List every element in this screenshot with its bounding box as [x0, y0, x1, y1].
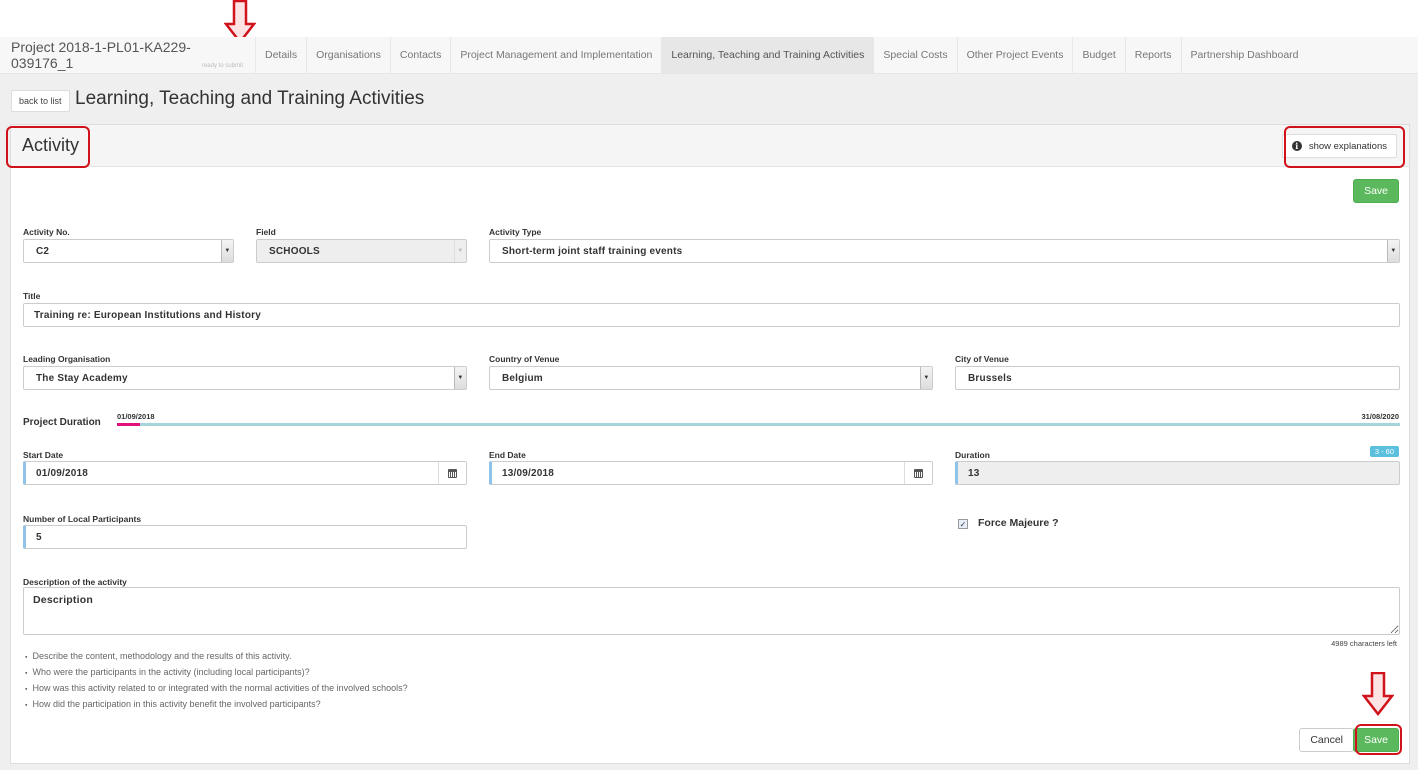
activity-panel: Activity i show explanations Save Activi… [10, 124, 1410, 764]
cancel-button[interactable]: Cancel [1299, 728, 1354, 752]
city-of-venue-input[interactable]: Brussels [955, 366, 1400, 390]
project-status: ready to submit [201, 63, 243, 69]
activity-duration-fill [117, 423, 141, 426]
activity-no-label: Activity No. [23, 227, 70, 237]
calendar-icon [914, 468, 923, 478]
field-select[interactable]: SCHOOLS ▼ [256, 239, 467, 263]
leading-organisation-select[interactable]: The Stay Academy ▼ [23, 366, 467, 390]
characters-left: 4989 characters left [1331, 639, 1397, 648]
chevron-down-icon: ▼ [454, 240, 466, 262]
hint-item: Who were the participants in the activit… [25, 665, 408, 681]
hint-item: How was this activity related to or inte… [25, 681, 407, 697]
activity-no-select[interactable]: C2 ▼ [23, 239, 234, 263]
country-of-venue-label: Country of Venue [489, 354, 560, 364]
duration-label: Duration [955, 450, 990, 460]
tab-details[interactable]: Details [256, 37, 308, 73]
hint-item: Describe the content, methodology and th… [25, 649, 408, 665]
save-button-top[interactable]: Save [1353, 179, 1399, 203]
leading-organisation-label: Leading Organisation [23, 354, 111, 364]
page-title: Learning, Teaching and Training Activiti… [75, 88, 425, 109]
country-of-venue-value: Belgium [502, 372, 543, 384]
tab-special-costs[interactable]: Special Costs [874, 37, 958, 73]
top-strip [0, 0, 1418, 37]
tab-contacts[interactable]: Contacts [391, 37, 452, 73]
tab-learning-teaching-training[interactable]: Learning, Teaching and Training Activiti… [662, 37, 875, 73]
description-label: Description of the activity [23, 577, 127, 587]
chevron-down-icon[interactable]: ▼ [1387, 240, 1399, 262]
title-input[interactable]: Training re: European Institutions and H… [23, 303, 1400, 327]
city-of-venue-label: City of Venue [955, 354, 1009, 364]
activity-no-value: C2 [36, 245, 50, 257]
duration-range-badge: 3 - 60 [1369, 446, 1399, 457]
tab-budget[interactable]: Budget [1073, 37, 1126, 73]
local-participants-value: 5 [36, 531, 42, 543]
field-label: Field [256, 227, 276, 237]
title-value: Training re: European Institutions and H… [34, 309, 261, 321]
end-date-picker-button[interactable] [904, 462, 932, 484]
duration-input: 13 [955, 461, 1400, 485]
description-textarea[interactable]: Description [23, 587, 1400, 635]
page-body: back to list Learning, Teaching and Trai… [0, 74, 1418, 770]
force-majeure-label: Force Majeure ? [978, 517, 1059, 529]
country-of-venue-select[interactable]: Belgium ▼ [489, 366, 933, 390]
force-majeure-checkbox[interactable]: ✓ [958, 519, 968, 529]
local-participants-label: Number of Local Participants [23, 514, 142, 524]
title-label: Title [23, 291, 41, 301]
chevron-down-icon[interactable]: ▼ [920, 367, 932, 389]
description-hints: Describe the content, methodology and th… [25, 649, 408, 713]
tab-organisations[interactable]: Organisations [307, 37, 391, 73]
start-date-picker-button[interactable] [438, 462, 466, 484]
activity-type-value: Short-term joint staff training events [502, 245, 683, 257]
duration-value: 13 [968, 467, 980, 479]
hint-item: How did the participation in this activi… [25, 697, 408, 713]
panel-header: Activity i show explanations [11, 125, 1409, 167]
project-navbar: Project 2018-1-PL01-KA229-039176_1 ready… [0, 37, 1418, 74]
back-to-list-button[interactable]: back to list [11, 90, 70, 112]
project-start-date: 01/09/2018 [117, 412, 155, 421]
city-of-venue-value: Brussels [968, 372, 1012, 384]
project-duration-bar [117, 423, 1400, 426]
chevron-down-icon[interactable]: ▼ [221, 240, 233, 262]
annotation-arrow-down-icon [1362, 672, 1394, 716]
end-date-label: End Date [489, 450, 526, 460]
highlight-save-button [1355, 724, 1402, 755]
tab-other-project-events[interactable]: Other Project Events [958, 37, 1074, 73]
tab-partnership-dashboard[interactable]: Partnership Dashboard [1182, 37, 1308, 73]
start-date-input[interactable]: 01/09/2018 [23, 461, 467, 485]
tab-project-management[interactable]: Project Management and Implementation [451, 37, 663, 73]
tab-reports[interactable]: Reports [1126, 37, 1182, 73]
field-value: SCHOOLS [269, 245, 320, 257]
end-date-input[interactable]: 13/09/2018 [489, 461, 933, 485]
project-brand[interactable]: Project 2018-1-PL01-KA229-039176_1 ready… [0, 37, 256, 73]
start-date-label: Start Date [23, 450, 64, 460]
activity-type-select[interactable]: Short-term joint staff training events ▼ [489, 239, 1400, 263]
project-end-date: 31/08/2020 [1361, 412, 1399, 421]
calendar-icon [448, 468, 457, 478]
local-participants-input[interactable]: 5 [23, 525, 467, 549]
highlight-show-explanations [1284, 126, 1405, 168]
start-date-value: 01/09/2018 [36, 467, 89, 479]
highlight-activity-title [6, 126, 90, 168]
chevron-down-icon[interactable]: ▼ [454, 367, 466, 389]
project-duration-label: Project Duration [23, 417, 101, 428]
leading-organisation-value: The Stay Academy [36, 372, 128, 384]
end-date-value: 13/09/2018 [502, 467, 555, 479]
activity-type-label: Activity Type [489, 227, 542, 237]
